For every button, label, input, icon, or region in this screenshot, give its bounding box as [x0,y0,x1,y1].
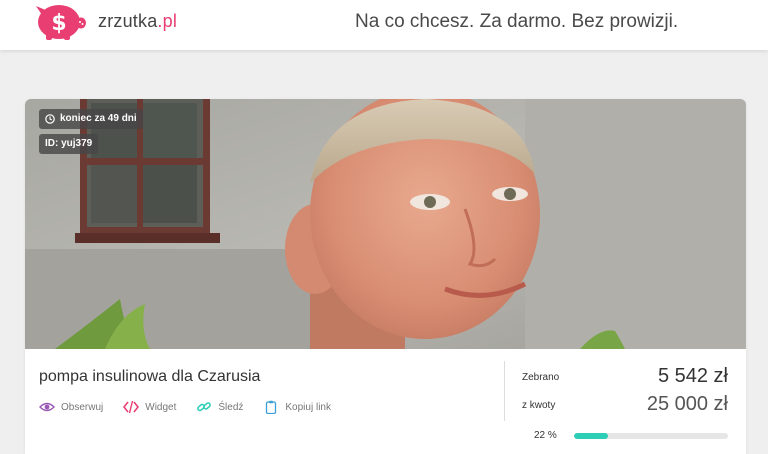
progress-bar-fill [574,433,608,439]
logo-link[interactable]: $ zrzutka.pl [30,1,177,41]
clock-icon [45,114,55,124]
progress-bar [574,433,728,439]
collected-label: Zebrano [522,372,560,383]
goal-label: z kwoty [522,400,556,411]
fundraiser-photo[interactable] [25,99,746,349]
logo-text: zrzutka.pl [98,10,178,31]
progress: 22 % [534,429,728,443]
progress-percent: 22 % [534,430,557,441]
eye-icon [39,402,55,412]
fundraiser-title[interactable]: pompa insulinowa dla Czarusia [39,368,260,386]
days-left-badge: koniec za 49 dni [39,109,143,129]
piggy-bank-logo-icon: $ [36,5,86,40]
stats-divider [504,361,505,421]
tagline: Na co chcesz. Za darmo. Bez prowizji. [355,11,679,32]
track-label: Śledź [218,401,244,413]
collected-value: 5 542 zł [657,365,728,387]
svg-text:$: $ [51,11,66,36]
widget-label: Widget [145,401,177,413]
copy-link-label: Kopiuj link [285,401,331,413]
goal-value: 25 000 zł [646,393,728,415]
track-action[interactable]: Śledź [196,400,243,414]
logo-domain: .pl [157,10,178,31]
days-left-text: koniec za 49 dni [60,113,137,124]
action-links: Obserwuj Widget Śledź Kopiuj link [39,400,351,414]
follow-action[interactable]: Obserwuj [39,400,103,414]
id-badge: ID: yuj379 [39,134,99,154]
fundraiser-card[interactable]: koniec za 49 dni ID: yuj379 pompa insuli… [25,99,746,454]
follow-label: Obserwuj [61,401,104,413]
funding-stats: Zebrano 5 542 zł z kwoty 25 000 zł 22 % [522,349,732,454]
fundraiser-info: pompa insulinowa dla Czarusia Obserwuj W… [25,349,746,454]
clipboard-icon [266,400,277,414]
link-icon [197,402,212,412]
top-bar: $ zrzutka.pl Na co chcesz. Za darmo. Bez… [0,0,768,50]
copy-link-action[interactable]: Kopiuj link [263,400,331,414]
widget-action[interactable]: Widget [123,400,176,414]
code-icon [123,400,140,414]
